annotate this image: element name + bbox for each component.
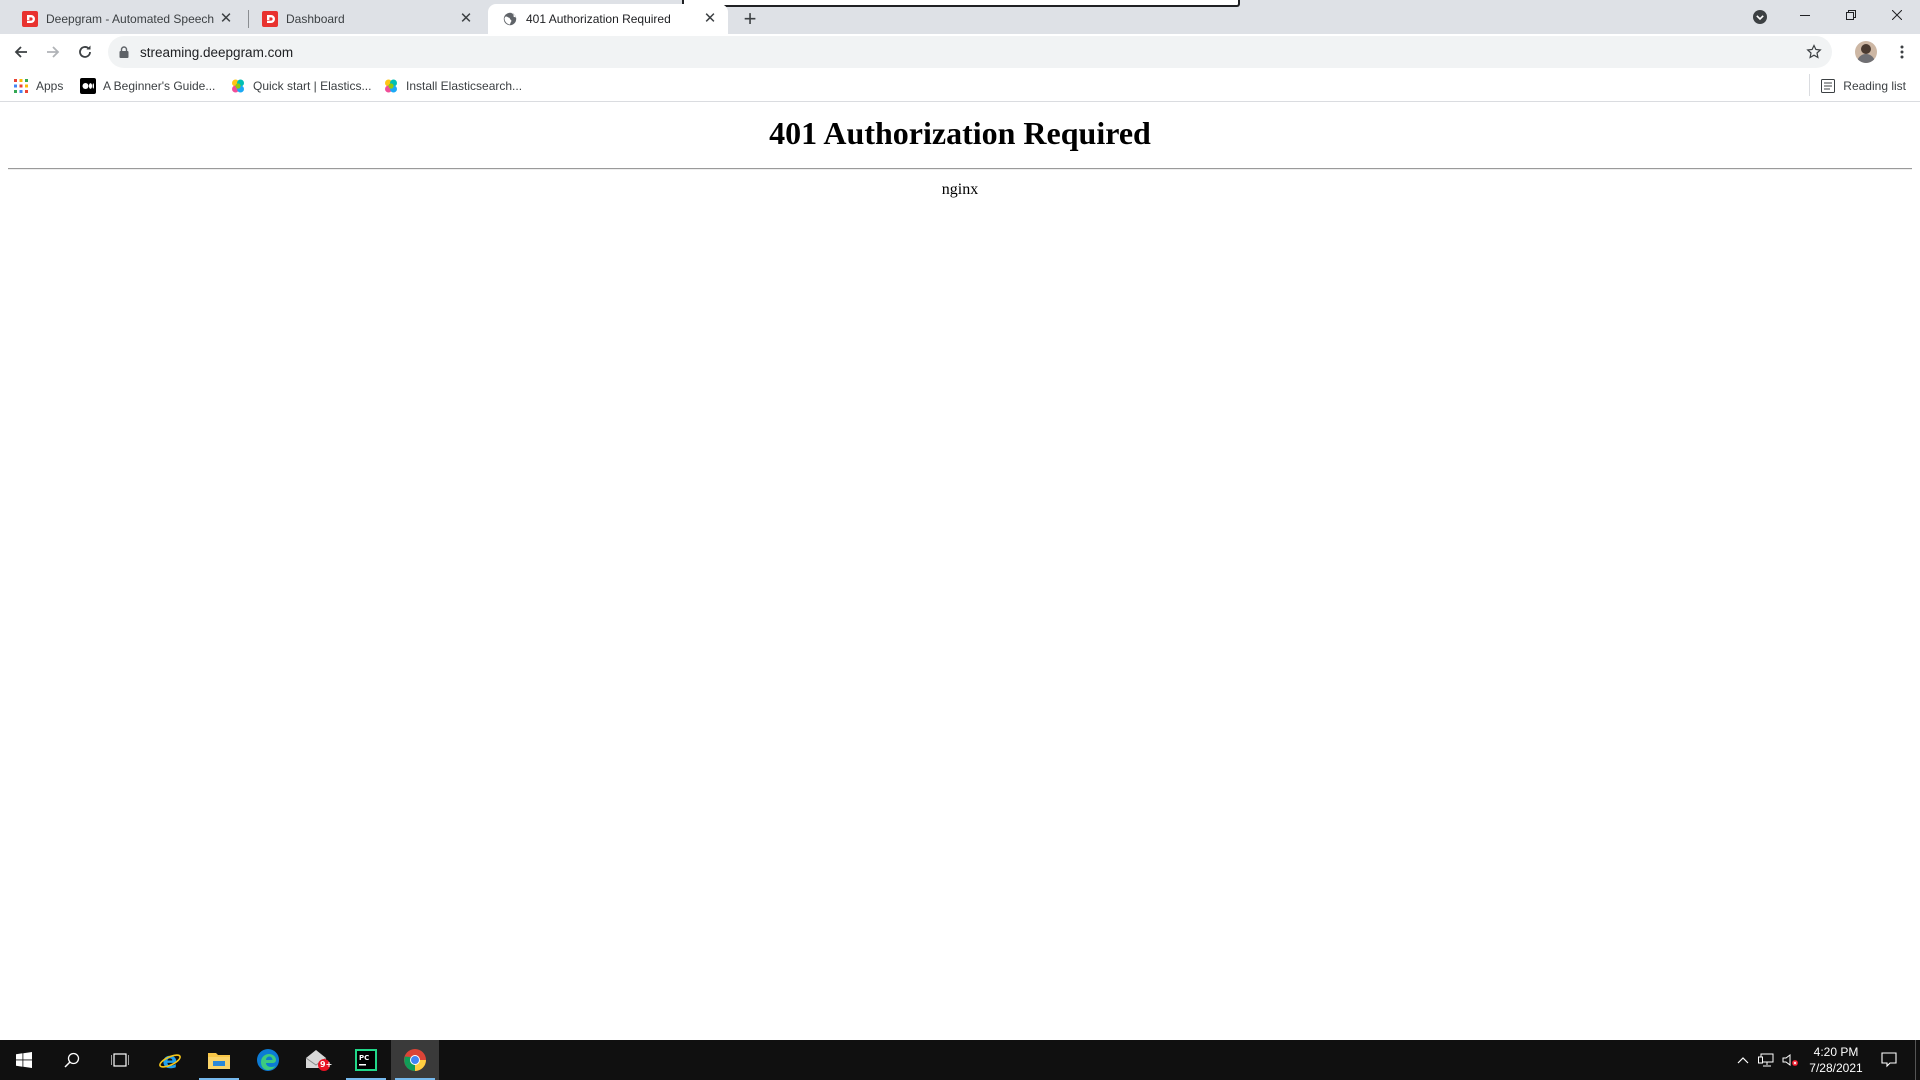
close-window-button[interactable]	[1874, 0, 1920, 30]
clock-date: 7/28/2021	[1809, 1061, 1863, 1075]
address-bar[interactable]: streaming.deepgram.com	[108, 36, 1832, 68]
show-desktop-button[interactable]	[1915, 1040, 1920, 1080]
bookmark-label: A Beginner's Guide...	[103, 79, 216, 93]
deepgram-icon	[262, 11, 278, 27]
chrome-icon[interactable]	[391, 1040, 439, 1080]
elastic-icon	[383, 78, 399, 94]
page-title: 401 Authorization Required	[769, 115, 1151, 151]
clock-time: 4:20 PM	[1813, 1045, 1859, 1059]
bookmark-quick-start-elastic[interactable]: Quick start | Elastics...	[230, 76, 371, 96]
bookmark-install-elasticsearch[interactable]: Install Elasticsearch...	[383, 76, 522, 96]
deepgram-icon	[22, 11, 38, 27]
close-icon[interactable]: ✕	[702, 11, 718, 27]
bookmark-label: Install Elasticsearch...	[406, 79, 523, 93]
volume-muted-icon[interactable]	[1780, 1040, 1800, 1080]
forward-button[interactable]	[39, 38, 67, 66]
reading-list-button[interactable]: Reading list	[1820, 76, 1906, 96]
reading-list-icon	[1820, 78, 1836, 94]
file-explorer-icon[interactable]	[195, 1040, 243, 1080]
apps-grid-icon	[13, 78, 29, 94]
divider	[8, 168, 1912, 170]
bookmark-apps[interactable]: Apps	[13, 76, 63, 96]
bookmark-label: Apps	[36, 79, 64, 93]
bookmark-beginners-guide[interactable]: A Beginner's Guide...	[80, 76, 215, 96]
bookmarks-divider	[1809, 74, 1810, 96]
mail-badge: 9+	[320, 1060, 333, 1069]
reading-list-label: Reading list	[1843, 79, 1906, 93]
system-clock[interactable]: 4:20 PM 7/28/2021	[1800, 1044, 1872, 1076]
tab-title: 401 Authorization Required	[526, 12, 671, 26]
tab-title: Dashboard	[286, 12, 345, 26]
browser-toolbar: streaming.deepgram.com	[0, 34, 1920, 70]
lock-icon[interactable]	[118, 45, 130, 59]
server-signature: nginx	[941, 181, 979, 198]
svg-text:e: e	[163, 1049, 178, 1072]
tab-search-icon[interactable]	[1752, 9, 1768, 25]
medium-icon	[80, 78, 96, 94]
minimize-button[interactable]	[1782, 0, 1828, 30]
globe-icon	[502, 11, 518, 27]
pycharm-icon[interactable]: PC	[342, 1040, 390, 1080]
reload-button[interactable]	[71, 38, 99, 66]
url-text[interactable]: streaming.deepgram.com	[140, 45, 293, 60]
notifications-icon[interactable]	[1874, 1040, 1904, 1080]
tab-deepgram[interactable]: Deepgram - Automated Speech R ✕	[8, 4, 244, 34]
tab-dashboard[interactable]: Dashboard ✕	[248, 4, 484, 34]
tab-strip: Deepgram - Automated Speech R ✕ Dashboar…	[0, 0, 1920, 34]
close-icon[interactable]: ✕	[458, 11, 474, 27]
new-tab-button[interactable]: +	[736, 5, 764, 33]
elastic-icon	[230, 78, 246, 94]
more-menu-icon[interactable]	[1888, 38, 1916, 66]
tab-401-authorization[interactable]: 401 Authorization Required ✕	[488, 4, 728, 34]
close-icon[interactable]: ✕	[218, 11, 234, 27]
tab-title: Deepgram - Automated Speech R	[46, 12, 218, 26]
bookmark-label: Quick start | Elastics...	[253, 79, 372, 93]
chevron-up-icon[interactable]	[1734, 1040, 1752, 1080]
svg-text:PC: PC	[359, 1054, 369, 1062]
network-icon[interactable]	[1756, 1040, 1778, 1080]
search-icon[interactable]	[48, 1040, 96, 1080]
page-content: 401 Authorization Required nginx	[0, 103, 1920, 1039]
start-icon[interactable]	[0, 1040, 48, 1080]
task-view-icon[interactable]	[96, 1040, 144, 1080]
tab-drag-indicator	[682, 0, 1240, 7]
bookmark-star-icon[interactable]	[1806, 44, 1822, 60]
back-button[interactable]	[7, 38, 35, 66]
internet-explorer-icon[interactable]: e	[146, 1040, 194, 1080]
mail-icon[interactable]: 9+	[293, 1040, 341, 1080]
edge-icon[interactable]	[244, 1040, 292, 1080]
bookmarks-bar: Apps A Beginner's Guide... Quick start |…	[0, 70, 1920, 102]
windows-taskbar: e 9+ PC 4:20 PM 7/28/2021	[0, 1040, 1920, 1080]
restore-button[interactable]	[1828, 0, 1874, 30]
profile-avatar[interactable]	[1855, 41, 1877, 63]
